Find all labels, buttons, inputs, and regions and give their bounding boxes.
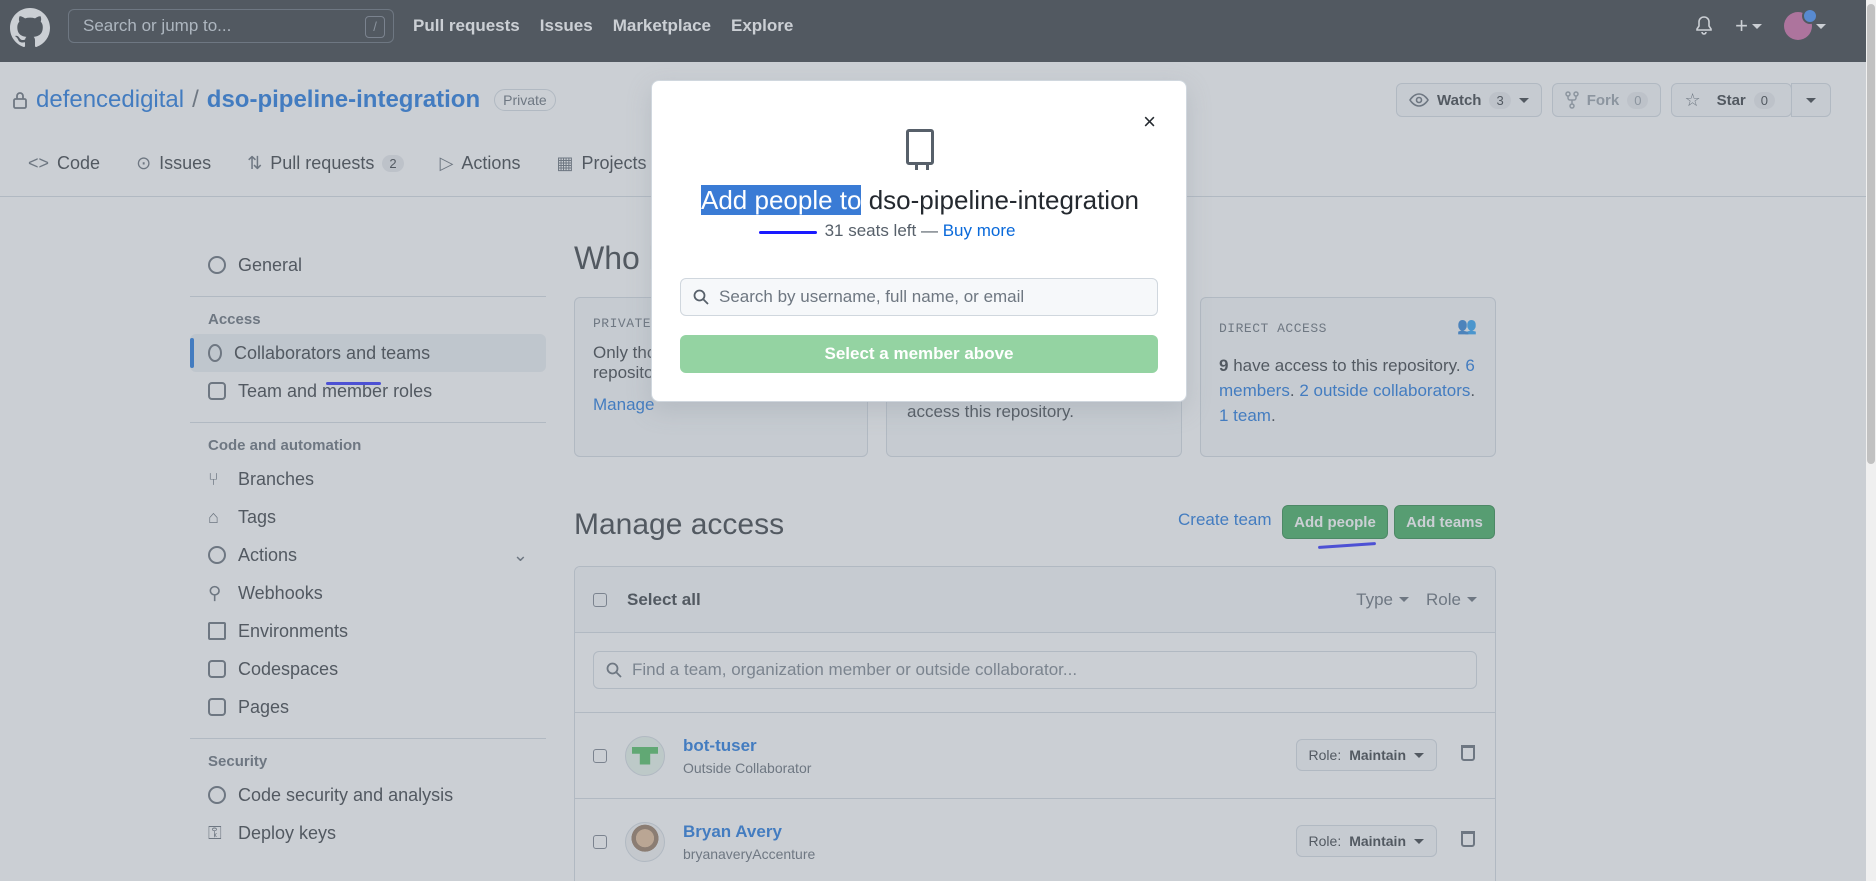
select-member-button[interactable]: Select a member above: [680, 335, 1158, 373]
dialog-title-repo: dso-pipeline-integration: [868, 185, 1139, 215]
page-scrollbar[interactable]: [1866, 0, 1876, 881]
add-people-dialog: × Add people to dso-pipeline-integration…: [651, 80, 1187, 402]
annotation-underline: [759, 231, 817, 234]
dialog-title-highlight: Add people to: [701, 185, 862, 215]
buy-more-link[interactable]: Buy more: [943, 221, 1016, 240]
search-placeholder: Search by username, full name, or email: [719, 287, 1025, 306]
people-search-input[interactable]: Search by username, full name, or email: [680, 278, 1158, 316]
seats-text: 31 seats left —: [824, 221, 938, 240]
scrollbar-thumb[interactable]: [1867, 4, 1875, 464]
close-icon[interactable]: ×: [1143, 109, 1156, 135]
repo-icon: [906, 129, 934, 170]
dialog-title: Add people to dso-pipeline-integration: [652, 185, 1188, 216]
search-icon: [693, 289, 709, 305]
seats-info: 31 seats left — Buy more: [652, 221, 1188, 241]
